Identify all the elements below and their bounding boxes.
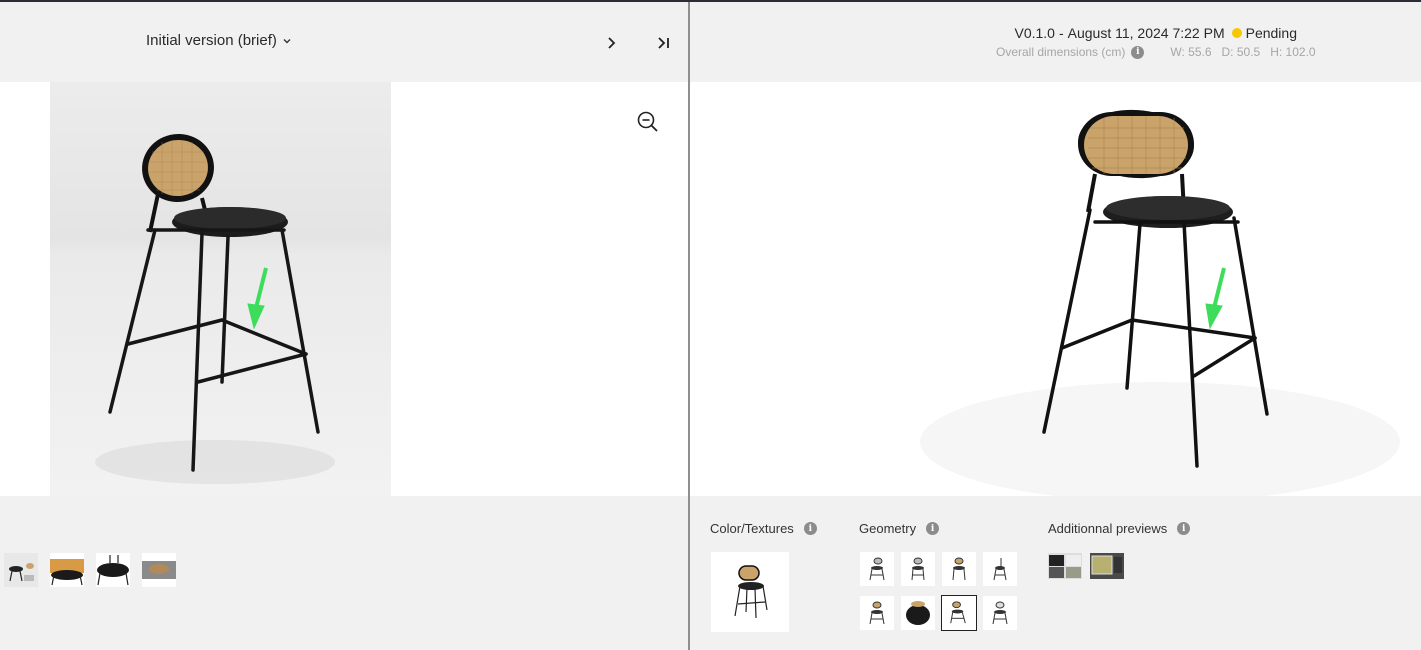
additional-previews-heading: Additionnal previews i: [1048, 521, 1191, 536]
geometry-preview-image: [869, 601, 885, 625]
geometry-option-selected[interactable]: [941, 595, 977, 631]
left-panel-header: Initial version (brief): [0, 2, 688, 82]
geometry-option[interactable]: [901, 596, 935, 630]
variant-options: Color/Textures i Geometry i Additionnal …: [690, 496, 1421, 650]
reference-thumbnail[interactable]: [4, 553, 38, 587]
dimension-width: W: 55.6: [1170, 45, 1212, 59]
color-textures-label: Color/Textures: [710, 521, 794, 536]
geometry-preview-image: [993, 558, 1007, 581]
info-icon[interactable]: i: [1131, 45, 1145, 59]
right-panel-header: V0.1.0 - August 11, 2024 7:22 PM Pending…: [690, 2, 1421, 82]
geometry-preview-image: [992, 601, 1008, 625]
dimension-height: H: 102.0: [1270, 45, 1316, 59]
geometry-option[interactable]: [983, 552, 1017, 586]
zoom-out-icon[interactable]: [636, 110, 660, 134]
skip-to-end-icon[interactable]: [654, 33, 674, 53]
thumbnail-image: [96, 553, 130, 587]
chevron-right-icon[interactable]: [602, 33, 622, 53]
thumbnail-image: [4, 553, 38, 587]
geometry-heading: Geometry i: [859, 521, 940, 536]
info-icon[interactable]: i: [803, 522, 817, 535]
bar-stool-render: [920, 109, 1400, 496]
version-dropdown[interactable]: Initial version (brief): [146, 32, 293, 49]
color-textures-heading: Color/Textures i: [710, 521, 817, 536]
geometry-preview-image: [869, 557, 885, 581]
additional-preview-thumbnail[interactable]: [1048, 553, 1082, 579]
geometry-option[interactable]: [942, 552, 976, 586]
preview-image: [1048, 553, 1082, 579]
geometry-preview-image: [950, 601, 966, 624]
stool-swatch-image: [734, 565, 768, 619]
additional-previews-label: Additionnal previews: [1048, 521, 1168, 536]
geometry-option[interactable]: [901, 552, 935, 586]
color-texture-swatch[interactable]: [711, 552, 789, 632]
dimensions-label: Overall dimensions (cm): [996, 45, 1126, 59]
preview-image: [1090, 553, 1124, 579]
geometry-label: Geometry: [859, 521, 917, 536]
overall-dimensions: Overall dimensions (cm) i W: 55.6 D: 50.…: [996, 45, 1316, 59]
geometry-option[interactable]: [983, 596, 1017, 630]
reference-thumbnail[interactable]: [96, 553, 130, 587]
geometry-preview-image: [952, 557, 966, 581]
chevron-down-icon: [283, 38, 291, 43]
reference-image-panel: [0, 82, 688, 496]
info-icon[interactable]: i: [926, 522, 940, 535]
reference-photo[interactable]: [50, 82, 391, 496]
status-dot-icon: [1231, 28, 1242, 38]
reference-thumbnail[interactable]: [50, 553, 84, 587]
geometry-preview-image: [911, 557, 925, 581]
render-preview-panel[interactable]: [690, 82, 1421, 496]
reference-thumbnail[interactable]: [142, 553, 176, 587]
version-number: V0.1.0: [1014, 25, 1055, 41]
reference-thumbnails: [0, 496, 688, 650]
thumbnail-image: [142, 553, 176, 587]
version-info: V0.1.0 - August 11, 2024 7:22 PM Pending: [1014, 25, 1297, 41]
version-dropdown-label: Initial version (brief): [146, 32, 277, 49]
geometry-option[interactable]: [860, 596, 894, 630]
status-badge: Pending: [1245, 25, 1297, 41]
info-icon[interactable]: i: [1177, 522, 1191, 535]
version-date: August 11, 2024 7:22 PM: [1067, 25, 1225, 41]
geometry-option[interactable]: [860, 552, 894, 586]
bar-stool-photo: [95, 133, 335, 484]
thumbnail-image: [50, 553, 84, 587]
dimension-depth: D: 50.5: [1221, 45, 1261, 59]
geometry-preview-image: [906, 601, 930, 625]
additional-preview-thumbnail[interactable]: [1090, 553, 1124, 579]
version-separator: -: [1058, 25, 1064, 41]
